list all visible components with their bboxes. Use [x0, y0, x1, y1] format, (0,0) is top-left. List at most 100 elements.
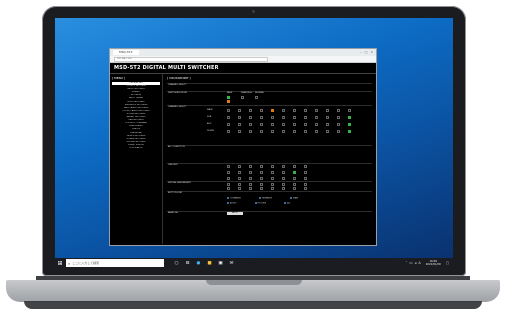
maximize-icon[interactable]: □	[365, 50, 368, 55]
link-bus-cell[interactable]	[282, 177, 285, 180]
crosspoint-cell[interactable]	[348, 116, 351, 119]
crosspoint-cell[interactable]	[326, 123, 329, 126]
crosspoint-cell[interactable]	[326, 116, 329, 119]
radio-option[interactable]: ALL	[284, 202, 291, 205]
radio-option[interactable]: MAIN	[290, 197, 298, 200]
radio-option[interactable]: PICTURE	[255, 202, 267, 205]
special-cell[interactable]	[249, 183, 252, 186]
notification-icon[interactable]: ▢	[446, 261, 449, 265]
link-bus-cell[interactable]	[282, 165, 285, 168]
crosspoint-cell[interactable]	[227, 130, 230, 133]
special-cell[interactable]	[227, 183, 230, 186]
link-bus-cell[interactable]	[260, 171, 263, 174]
link-bus-cell[interactable]	[304, 177, 307, 180]
link-bus-cell[interactable]	[271, 165, 274, 168]
crosspoint-cell[interactable]	[238, 109, 241, 112]
link-bus-cell[interactable]	[293, 165, 296, 168]
edge-icon[interactable]: ●	[196, 261, 201, 266]
crosspoint-cell[interactable]	[293, 130, 296, 133]
radio-option[interactable]: COMBINED	[227, 197, 241, 200]
link-bus-cell[interactable]	[304, 165, 307, 168]
crosspoint-cell[interactable]	[227, 116, 230, 119]
browser-titlebar[interactable]: MSD-5T2 – □ ×	[110, 49, 376, 56]
crosspoint-cell[interactable]	[249, 116, 252, 119]
link-bus-cell[interactable]	[293, 171, 296, 174]
crosspoint-cell[interactable]	[326, 109, 329, 112]
crosspoint-cell[interactable]	[293, 109, 296, 112]
radio-option[interactable]: SEPARATE	[259, 197, 272, 200]
crosspoint-cell[interactable]	[315, 109, 318, 112]
link-bus-cell[interactable]	[260, 165, 263, 168]
crosspoint-cell[interactable]	[282, 130, 285, 133]
link-bus-cell[interactable]	[238, 171, 241, 174]
task-view-icon[interactable]: ○	[174, 261, 179, 266]
special-cell[interactable]	[238, 187, 241, 190]
special-cell[interactable]	[293, 183, 296, 186]
link-bus-cell[interactable]	[227, 177, 230, 180]
apply-button[interactable]: APPLY	[227, 212, 243, 215]
crosspoint-cell[interactable]	[271, 130, 274, 133]
special-cell[interactable]	[227, 187, 230, 190]
switching-cell[interactable]	[241, 96, 244, 99]
crosspoint-cell[interactable]	[238, 116, 241, 119]
special-cell[interactable]	[282, 183, 285, 186]
browser-window[interactable]: MSD-5T2 – □ × 192.168.1.126 MSD-5T2 DIGI…	[109, 48, 377, 246]
browser-tab[interactable]: MSD-5T2	[113, 50, 139, 55]
close-icon[interactable]: ×	[370, 50, 373, 55]
crosspoint-cell[interactable]	[260, 123, 263, 126]
link-bus-cell[interactable]	[271, 177, 274, 180]
special-cell[interactable]	[271, 187, 274, 190]
link-bus-cell[interactable]	[260, 177, 263, 180]
special-cell[interactable]	[304, 187, 307, 190]
crosspoint-cell[interactable]	[260, 130, 263, 133]
crosspoint-cell[interactable]	[337, 130, 340, 133]
taskbar-search[interactable]: ⌕ ここに入力して検索	[66, 259, 164, 267]
switching-indicator[interactable]	[227, 100, 230, 103]
store-icon[interactable]: ▣	[218, 261, 223, 266]
link-bus-cell[interactable]	[293, 177, 296, 180]
special-cell[interactable]	[282, 187, 285, 190]
crosspoint-cell[interactable]	[260, 116, 263, 119]
crosspoint-cell[interactable]	[348, 109, 351, 112]
link-bus-cell[interactable]	[227, 165, 230, 168]
crosspoint-cell[interactable]	[315, 123, 318, 126]
crosspoint-cell[interactable]	[304, 109, 307, 112]
file-explorer-icon[interactable]: ■	[207, 261, 212, 266]
link-bus-cell[interactable]	[249, 177, 252, 180]
crosspoint-cell[interactable]	[315, 116, 318, 119]
crosspoint-cell[interactable]	[293, 123, 296, 126]
crosspoint-cell[interactable]	[293, 116, 296, 119]
crosspoint-cell[interactable]	[271, 109, 274, 112]
mail-icon[interactable]: ✉	[229, 261, 234, 266]
crosspoint-cell[interactable]	[282, 123, 285, 126]
link-bus-cell[interactable]	[282, 171, 285, 174]
special-cell[interactable]	[238, 183, 241, 186]
crosspoint-cell[interactable]	[348, 130, 351, 133]
crosspoint-cell[interactable]	[326, 130, 329, 133]
crosspoint-cell[interactable]	[337, 123, 340, 126]
link-bus-cell[interactable]	[238, 165, 241, 168]
special-cell[interactable]	[271, 183, 274, 186]
special-cell[interactable]	[304, 183, 307, 186]
crosspoint-cell[interactable]	[315, 130, 318, 133]
ime-indicator[interactable]: A	[418, 261, 420, 265]
special-cell[interactable]	[260, 183, 263, 186]
clock[interactable]: 16:09 2021/01/29	[426, 260, 441, 266]
crosspoint-cell[interactable]	[271, 123, 274, 126]
chevron-up-icon[interactable]: ˄	[406, 261, 408, 265]
crosspoint-cell[interactable]	[304, 123, 307, 126]
crosspoint-cell[interactable]	[238, 123, 241, 126]
switching-cell[interactable]	[255, 96, 258, 99]
windows-start-icon[interactable]: ⊞	[55, 258, 65, 268]
link-bus-cell[interactable]	[271, 171, 274, 174]
url-field[interactable]: 192.168.1.126	[114, 56, 268, 62]
link-bus-cell[interactable]	[249, 171, 252, 174]
crosspoint-cell[interactable]	[227, 123, 230, 126]
link-bus-cell[interactable]	[227, 171, 230, 174]
special-cell[interactable]	[260, 187, 263, 190]
special-cell[interactable]	[293, 187, 296, 190]
link-bus-cell[interactable]	[238, 177, 241, 180]
special-cell[interactable]	[249, 187, 252, 190]
crosspoint-cell[interactable]	[282, 109, 285, 112]
switching-indicator[interactable]	[227, 96, 230, 99]
